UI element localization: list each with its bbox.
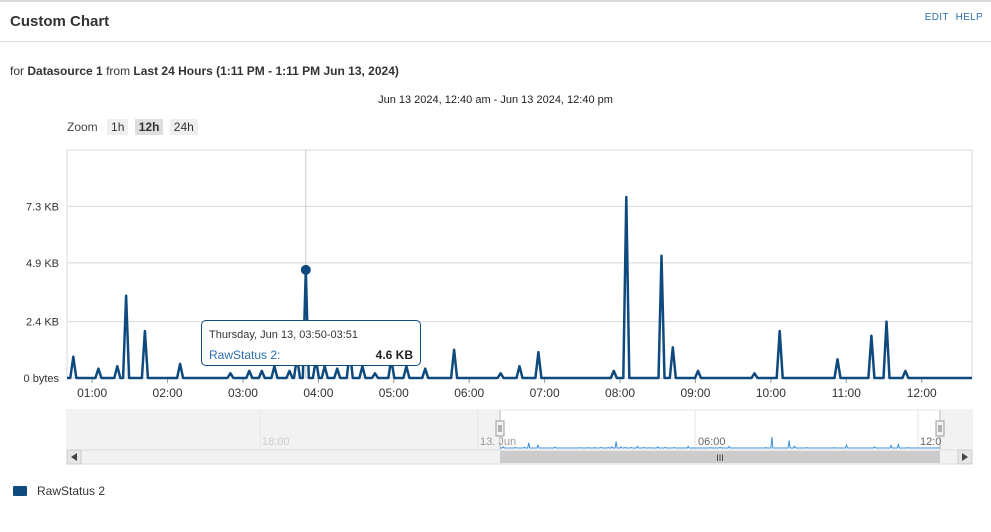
navigator-left-handle[interactable] <box>495 420 505 437</box>
data-tooltip: Thursday, Jun 13, 03:50-03:51 RawStatus … <box>201 320 421 366</box>
x-tick-label: 06:00 <box>454 386 484 400</box>
x-tick-label: 03:00 <box>228 386 258 400</box>
navigator-label-2: 13. Jun <box>480 436 516 448</box>
tooltip-series-name: RawStatus 2: <box>209 348 281 362</box>
y-tick-label: 7.3 KB <box>26 201 59 213</box>
navigator-right-handle-box[interactable] <box>935 420 945 437</box>
x-tick-label: 05:00 <box>379 386 409 400</box>
chart-legend: RawStatus 2 <box>13 484 105 498</box>
navigator-scrollbar[interactable]: III <box>66 449 973 465</box>
y-tick-label: 2.4 KB <box>26 317 59 329</box>
navigator-label-1: 18:00 <box>262 436 290 448</box>
y-tick-label: 4.9 KB <box>26 258 59 270</box>
tooltip-value: 4.6 KB <box>375 348 413 362</box>
hover-marker <box>300 264 311 275</box>
tooltip-header: Thursday, Jun 13, 03:50-03:51 <box>209 329 359 341</box>
legend-label[interactable]: RawStatus 2 <box>37 484 105 498</box>
x-tick-label: 01:00 <box>77 386 107 400</box>
x-tick-label: 09:00 <box>680 386 710 400</box>
chart-canvas: 0 bytes 2.4 KB 4.9 KB 7.3 KB 01:00 02:00 03:0… <box>24 149 973 465</box>
navigator-label-3: 06:00 <box>698 436 726 448</box>
x-tick-label: 07:00 <box>530 386 560 400</box>
x-tick-label: 04:00 <box>303 386 333 400</box>
y-tick-label: 0 bytes <box>24 373 60 385</box>
scrollbar-grip-icon: III <box>716 453 724 463</box>
navigator-mask-right <box>940 410 972 450</box>
navigator-right-handle[interactable] <box>935 420 945 437</box>
navigator-label-4: 12:0 <box>920 436 941 448</box>
x-tick-label: 10:00 <box>756 386 786 400</box>
x-tick-label: 08:00 <box>605 386 635 400</box>
x-tick-label: 11:00 <box>832 386 861 400</box>
legend-swatch[interactable] <box>13 486 27 496</box>
x-tick-label: 02:00 <box>153 386 183 400</box>
navigator-left-handle-box[interactable] <box>495 420 505 437</box>
navigator[interactable]: 18:00 13. Jun 06:00 12:0 <box>66 409 973 451</box>
x-tick-label: 12:00 <box>907 386 937 400</box>
